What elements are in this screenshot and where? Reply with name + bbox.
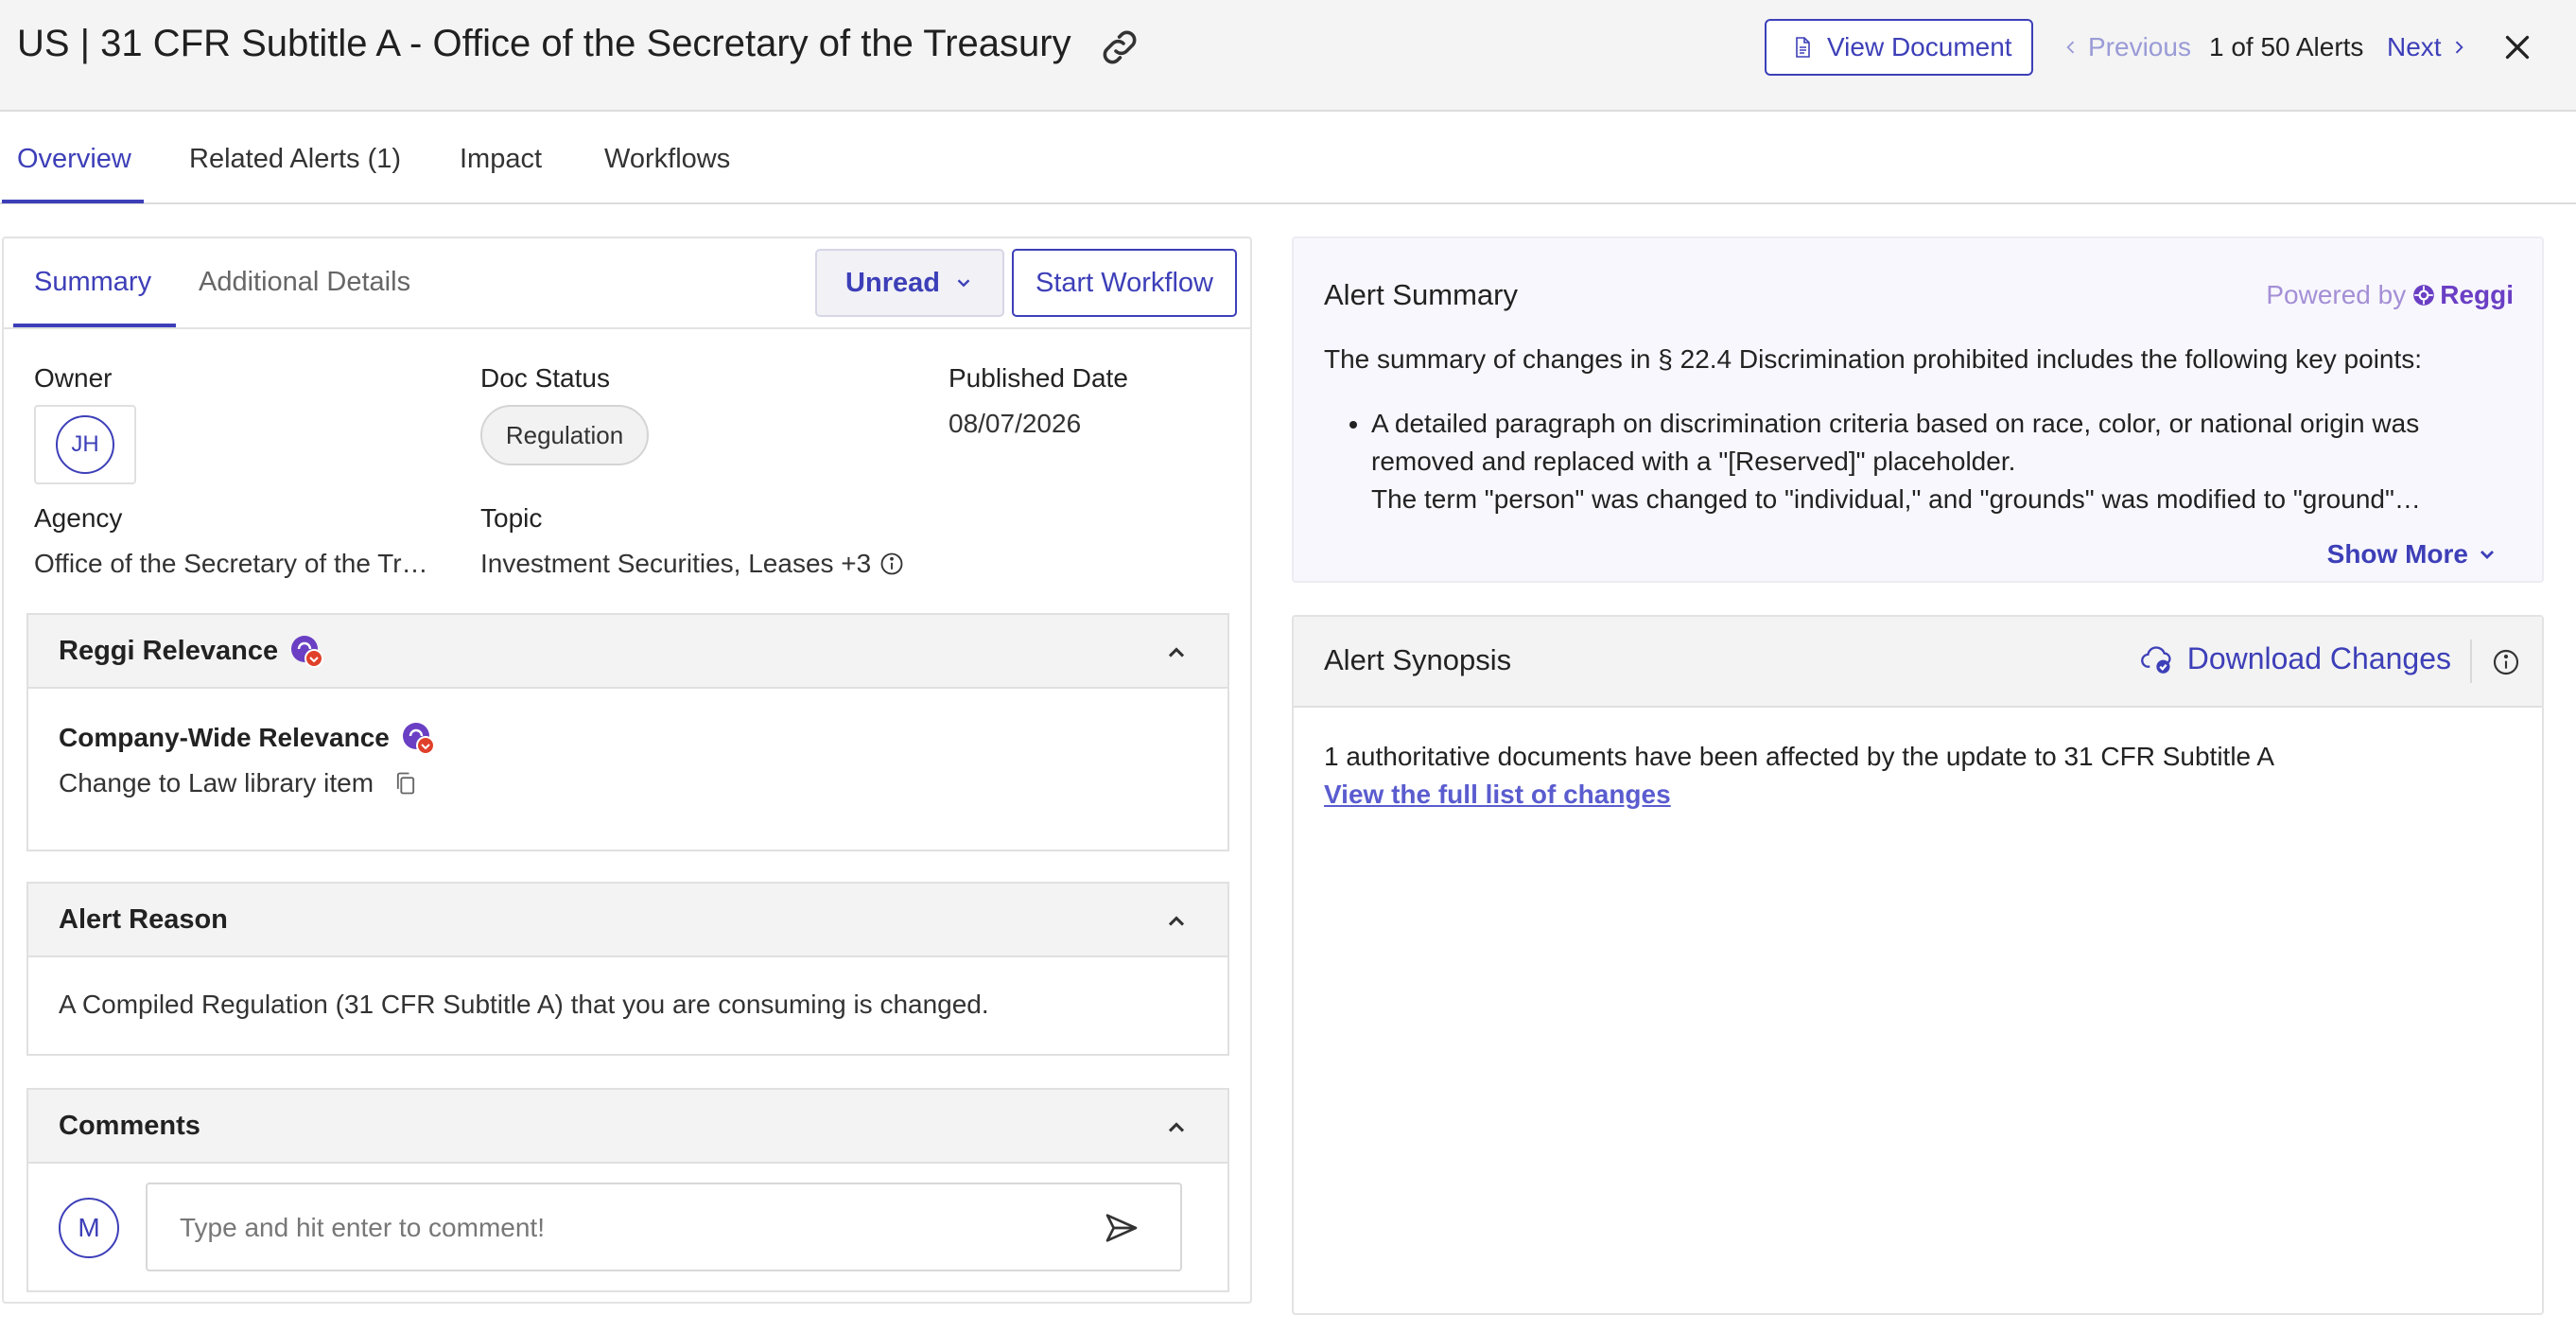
download-changes-button[interactable]: Download Changes <box>2140 641 2451 676</box>
comments-title: Comments <box>59 1111 200 1141</box>
status-dropdown-label: Unread <box>845 267 940 298</box>
published-date-label: Published Date <box>949 363 1128 393</box>
info-icon[interactable] <box>879 551 905 577</box>
send-icon[interactable] <box>1103 1209 1140 1247</box>
subtabs-divider <box>4 327 1250 329</box>
cloud-download-icon <box>2140 642 2174 676</box>
doc-status-badge: Regulation <box>480 405 649 465</box>
alert-summary-intro: The summary of changes in § 22.4 Discrim… <box>1324 344 2423 374</box>
company-relevance-label: Company-Wide Relevance <box>59 723 390 752</box>
previous-button[interactable]: Previous <box>2062 32 2191 62</box>
current-user-avatar: M <box>59 1198 119 1258</box>
alert-reason-text: A Compiled Regulation (31 CFR Subtitle A… <box>59 990 989 1019</box>
chevron-up-icon[interactable] <box>1163 640 1190 666</box>
comment-placeholder: Type and hit enter to comment! <box>180 1213 545 1242</box>
alert-synopsis-header: Alert Synopsis Download Changes <box>1294 617 2542 708</box>
topic-value: Investment Securities, Leases +3 <box>480 549 872 578</box>
powered-by-label: Powered by <box>2266 280 2407 309</box>
alert-reason-section: Alert Reason A Compiled Regulation (31 C… <box>26 882 1229 1056</box>
chevron-down-icon <box>2476 543 2498 566</box>
agency-label: Agency <box>34 503 123 533</box>
relevance-text-row: Change to Law library item <box>59 768 419 798</box>
reggi-relevance-section: Reggi Relevance Company-Wide Relevance C… <box>26 613 1229 851</box>
comments-header[interactable]: Comments <box>28 1090 1227 1164</box>
tab-overview[interactable]: Overview <box>17 144 131 175</box>
reggi-brand: Reggi <box>2411 280 2514 310</box>
status-dropdown[interactable]: Unread <box>815 249 1004 317</box>
tab-workflows[interactable]: Workflows <box>604 144 730 175</box>
chevron-up-icon[interactable] <box>1163 908 1190 935</box>
show-more-button[interactable]: Show More <box>2327 539 2498 570</box>
topic-row: Investment Securities, Leases +3 <box>480 549 905 579</box>
active-tab-indicator <box>2 200 144 203</box>
chevron-down-icon <box>953 272 974 293</box>
start-workflow-button[interactable]: Start Workflow <box>1012 249 1237 317</box>
summary-bullet: The term "person" was changed to "indivi… <box>1371 481 2506 518</box>
topic-label: Topic <box>480 503 543 533</box>
subtab-additional-details[interactable]: Additional Details <box>199 267 410 298</box>
download-changes-label: Download Changes <box>2186 641 2451 675</box>
reggi-badge-icon <box>289 634 324 668</box>
subtab-summary[interactable]: Summary <box>34 267 151 298</box>
owner-label: Owner <box>34 363 113 393</box>
alert-synopsis-panel: Alert Synopsis Download Changes 1 author… <box>1292 615 2544 1315</box>
reggi-logo-icon <box>2411 283 2436 307</box>
reggi-badge-icon <box>401 721 435 755</box>
next-label: Next <box>2387 32 2442 61</box>
link-icon[interactable] <box>1097 25 1142 70</box>
page-title: US | 31 CFR Subtitle A - Office of the S… <box>17 23 1071 64</box>
next-button[interactable]: Next <box>2387 32 2468 62</box>
alert-summary-bullets: A detailed paragraph on discrimination c… <box>1324 405 2506 518</box>
alert-synopsis-title: Alert Synopsis <box>1324 643 1512 676</box>
active-subtab-indicator <box>13 324 176 327</box>
alert-synopsis-text: 1 authoritative documents have been affe… <box>1324 742 2275 771</box>
header-divider <box>2470 640 2472 683</box>
reggi-relevance-title: Reggi Relevance <box>59 635 279 666</box>
copy-icon[interactable] <box>392 769 419 797</box>
document-icon <box>1791 34 1814 61</box>
alert-reason-title: Alert Reason <box>59 904 228 935</box>
owner-selector[interactable]: JH <box>34 405 136 484</box>
chevron-left-icon <box>2062 36 2080 59</box>
comment-input[interactable]: Type and hit enter to comment! <box>146 1183 1182 1271</box>
view-document-button[interactable]: View Document <box>1765 19 2033 76</box>
alert-reason-header[interactable]: Alert Reason <box>28 884 1227 957</box>
tabs-divider <box>0 202 2576 204</box>
chevron-right-icon <box>2449 36 2468 59</box>
chevron-up-icon[interactable] <box>1163 1114 1190 1141</box>
company-relevance-row: Company-Wide Relevance <box>59 721 435 755</box>
relevance-text: Change to Law library item <box>59 768 374 797</box>
agency-value: Office of the Secretary of the Tr… <box>34 549 428 578</box>
owner-avatar: JH <box>56 415 114 474</box>
tab-impact[interactable]: Impact <box>460 144 542 175</box>
close-icon[interactable] <box>2500 30 2534 64</box>
reggi-brand-label: Reggi <box>2440 280 2514 309</box>
reggi-relevance-header[interactable]: Reggi Relevance <box>28 615 1227 689</box>
view-full-changes-link[interactable]: View the full list of changes <box>1324 780 1671 810</box>
summary-bullet: A detailed paragraph on discrimination c… <box>1371 405 2506 481</box>
previous-label: Previous <box>2088 32 2191 61</box>
tab-related-alerts[interactable]: Related Alerts (1) <box>189 144 401 175</box>
published-date-value: 08/07/2026 <box>949 409 1082 438</box>
alert-summary-panel: Alert Summary Powered by Reggi The summa… <box>1292 237 2544 583</box>
reggi-relevance-title-row: Reggi Relevance <box>59 634 324 668</box>
powered-by: Powered by Reggi <box>2266 280 2514 310</box>
view-document-label: View Document <box>1827 32 2012 61</box>
show-more-label: Show More <box>2326 539 2468 569</box>
alert-pager-count: 1 of 50 Alerts <box>2209 32 2364 61</box>
doc-status-label: Doc Status <box>480 363 610 393</box>
alert-summary-title: Alert Summary <box>1324 278 1518 311</box>
info-icon[interactable] <box>2491 647 2521 677</box>
